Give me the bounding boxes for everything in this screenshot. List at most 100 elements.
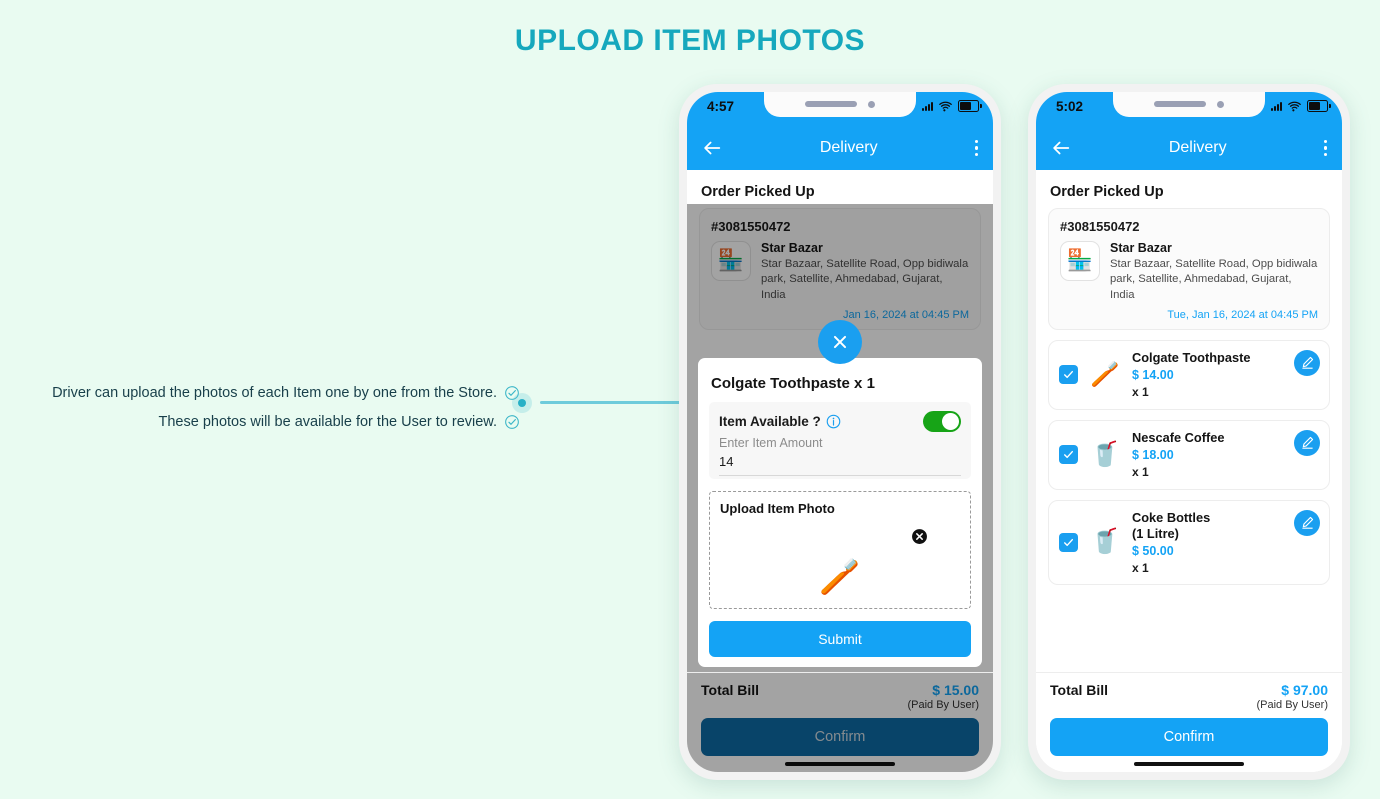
bill-label: Total Bill xyxy=(701,682,760,698)
item-available-toggle[interactable] xyxy=(923,411,961,432)
item-quantity: x 1 xyxy=(1132,385,1149,400)
item-name: Colgate Toothpaste xyxy=(1132,350,1251,366)
close-x-icon xyxy=(833,335,847,349)
device-notch xyxy=(764,92,916,117)
signal-icon xyxy=(922,101,933,111)
phone-screen-left: 4:57 Delivery Order Picked Up #308155047… xyxy=(687,92,993,772)
bill-amount: $ 97.00 xyxy=(1281,682,1328,698)
order-id: #3081550472 xyxy=(711,219,791,234)
store-address: Star Bazaar, Satellite Road, Opp bidiwal… xyxy=(761,258,969,301)
list-item[interactable]: 🥤 Nescafe Coffee $ 18.00 x 1 xyxy=(1048,419,1330,490)
store-name: Star Bazar xyxy=(1110,241,1172,255)
list-item[interactable]: 🪥 Colgate Toothpaste $ 14.00 x 1 xyxy=(1048,339,1330,410)
modal-title: Colgate Toothpaste x 1 xyxy=(711,375,875,392)
store-icon: 🏪 xyxy=(711,241,751,281)
store-row: 🏪 Star Bazar Star Bazaar, Satellite Road… xyxy=(711,241,969,303)
app-bar-title: Delivery xyxy=(819,139,878,156)
item-list: 🪥 Colgate Toothpaste $ 14.00 x 1 🥤 Nesca… xyxy=(1036,330,1342,595)
order-timestamp: Tue, Jan 16, 2024 at 04:45 PM xyxy=(1167,308,1318,321)
annotation-group: Driver can upload the photos of each Ite… xyxy=(0,385,520,443)
bill-label: Total Bill xyxy=(1050,682,1109,698)
check-icon xyxy=(1064,371,1073,379)
order-card: #3081550472 🏪 Star Bazar Star Bazaar, Sa… xyxy=(1048,208,1330,330)
list-item[interactable]: 🥤 Coke Bottles (1 Litre) $ 50.00 x 1 xyxy=(1048,499,1330,585)
screen-content: Order Picked Up #3081550472 🏪 Star Bazar… xyxy=(687,170,993,672)
signal-icon xyxy=(1271,101,1282,111)
speaker-grille xyxy=(805,101,857,107)
item-name: Coke Bottles (1 Litre) xyxy=(1132,509,1211,541)
check-icon xyxy=(1064,451,1073,459)
item-checkbox[interactable] xyxy=(1059,445,1078,465)
page-title: UPLOAD ITEM PHOTOS xyxy=(514,24,866,57)
item-info: Colgate Toothpaste $ 14.00 x 1 xyxy=(1132,350,1319,399)
item-name: Nescafe Coffee xyxy=(1132,430,1225,446)
device-notch xyxy=(1113,92,1265,117)
wifi-icon xyxy=(939,101,952,111)
annotation-text: Driver can upload the photos of each Ite… xyxy=(52,385,497,401)
item-amount-input[interactable]: 14 xyxy=(719,450,961,476)
app-bar: Delivery xyxy=(687,126,993,170)
edit-item-button[interactable] xyxy=(1294,429,1320,456)
front-camera-dot xyxy=(868,100,875,108)
store-name: Star Bazar xyxy=(761,241,823,255)
item-price: $ 50.00 xyxy=(1132,543,1174,558)
edit-item-button[interactable] xyxy=(1294,349,1320,376)
info-icon[interactable] xyxy=(826,414,841,429)
item-thumbnail: 🪥 xyxy=(1090,360,1120,388)
availability-label-text: Item Available ? xyxy=(719,414,821,429)
remove-x-icon[interactable] xyxy=(911,528,928,545)
section-title: Order Picked Up xyxy=(1050,184,1164,200)
availability-label: Item Available ? xyxy=(719,414,841,429)
battery-icon xyxy=(958,100,982,112)
submit-button[interactable]: Submit xyxy=(709,621,971,657)
item-info: Coke Bottles (1 Litre) $ 50.00 x 1 xyxy=(1132,510,1319,575)
home-indicator xyxy=(1036,756,1342,772)
upload-photo-dropzone[interactable]: Upload Item Photo 🪥 xyxy=(709,491,971,609)
store-address: Star Bazaar, Satellite Road, Opp bidiwal… xyxy=(1110,258,1318,301)
connector-dot xyxy=(512,393,532,413)
amount-placeholder-label: Enter Item Amount xyxy=(719,436,823,450)
back-arrow-icon[interactable] xyxy=(1050,137,1072,159)
store-row: 🏪 Star Bazar Star Bazaar, Satellite Road… xyxy=(1060,241,1318,303)
back-arrow-icon[interactable] xyxy=(701,137,723,159)
status-bar: 4:57 xyxy=(687,92,993,126)
status-icons xyxy=(922,100,982,112)
item-info: Nescafe Coffee $ 18.00 x 1 xyxy=(1132,430,1319,479)
connector-line xyxy=(540,401,683,404)
bill-row: Total Bill $ 15.00 xyxy=(701,682,979,698)
phone-mockup-right: 5:02 Delivery Order Picked Up #308155047… xyxy=(1028,84,1350,780)
front-camera-dot xyxy=(1217,100,1224,108)
edit-item-button[interactable] xyxy=(1294,509,1320,536)
kebab-menu-icon[interactable] xyxy=(974,139,978,157)
annotation-text: These photos will be available for the U… xyxy=(158,414,497,430)
status-time: 4:57 xyxy=(707,99,735,114)
order-card: #3081550472 🏪 Star Bazar Star Bazaar, Sa… xyxy=(699,208,981,330)
battery-icon xyxy=(1307,100,1331,112)
item-price: $ 18.00 xyxy=(1132,448,1174,463)
store-icon: 🏪 xyxy=(1060,241,1100,281)
order-timestamp: Jan 16, 2024 at 04:45 PM xyxy=(843,308,969,321)
home-indicator xyxy=(687,756,993,772)
kebab-menu-icon[interactable] xyxy=(1323,139,1327,157)
uploaded-photo-preview: 🪥 xyxy=(818,558,862,596)
edit-pencil-icon xyxy=(1301,357,1313,369)
app-bar: Delivery xyxy=(1036,126,1342,170)
screen-content: Order Picked Up #3081550472 🏪 Star Bazar… xyxy=(1036,170,1342,672)
modal-panel: Colgate Toothpaste x 1 Item Available ? xyxy=(698,358,982,667)
item-checkbox[interactable] xyxy=(1059,532,1078,552)
confirm-button[interactable]: Confirm xyxy=(1050,718,1328,756)
item-checkbox[interactable] xyxy=(1059,365,1078,385)
upload-photo-label: Upload Item Photo xyxy=(720,501,835,516)
item-price: $ 14.00 xyxy=(1132,368,1174,383)
availability-row: Item Available ? xyxy=(719,411,961,432)
item-thumbnail: 🥤 xyxy=(1090,528,1120,556)
phone-mockup-left: 4:57 Delivery Order Picked Up #308155047… xyxy=(679,84,1001,780)
item-availability-section: Item Available ? Enter Item Amount 14 xyxy=(709,402,971,479)
confirm-button[interactable]: Confirm xyxy=(701,718,979,756)
status-time: 5:02 xyxy=(1056,99,1084,114)
check-icon xyxy=(1064,538,1073,546)
bill-footer: Total Bill $ 97.00 (Paid By User) Confir… xyxy=(1036,672,1342,756)
item-quantity: x 1 xyxy=(1132,465,1149,480)
close-modal-button[interactable] xyxy=(818,320,862,364)
section-title: Order Picked Up xyxy=(701,184,815,200)
